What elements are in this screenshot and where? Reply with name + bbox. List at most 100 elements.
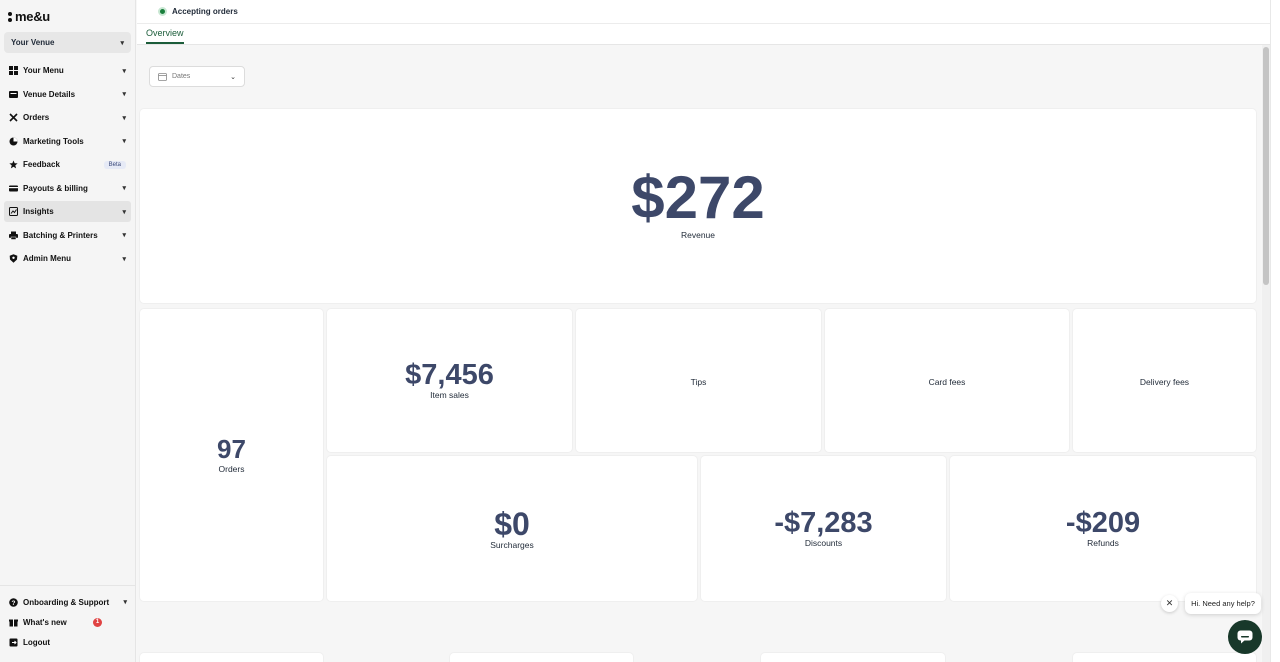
- sidebar-item-admin-menu[interactable]: Admin Menu ▾: [4, 248, 131, 269]
- sidebar-item-label: Batching & Printers: [23, 230, 98, 240]
- orders-label: Orders: [218, 464, 245, 474]
- revenue-value: $272: [631, 164, 765, 231]
- tips-label: Tips: [690, 376, 707, 387]
- revenue-card: $272 Revenue: [140, 109, 1256, 303]
- chevron-down-icon: ▾: [122, 114, 126, 122]
- sidebar-item-marketing-tools[interactable]: Marketing Tools ▾: [4, 131, 131, 152]
- chat-button[interactable]: [1228, 620, 1262, 654]
- delivery-fees-card: Delivery fees: [1073, 309, 1256, 452]
- sidebar-item-label: Logout: [23, 637, 51, 647]
- chevron-down-icon: ▾: [120, 39, 124, 47]
- star-icon: [9, 160, 18, 169]
- notification-badge: 1: [93, 617, 102, 627]
- dates-placeholder: Dates: [172, 73, 191, 80]
- chevron-down-icon: ▾: [122, 185, 126, 192]
- venue-label: Your Venue: [11, 38, 55, 47]
- discounts-card: -$7,283 Discounts: [701, 456, 946, 601]
- sidebar-item-insights[interactable]: Insights ▾: [4, 201, 131, 222]
- surcharges-value: $0: [494, 505, 530, 542]
- printer-icon: [9, 231, 18, 240]
- sidebar-item-label: Marketing Tools: [23, 136, 84, 146]
- sidebar-item-label: Your Menu: [23, 66, 64, 75]
- status-bar: Accepting orders: [137, 0, 1270, 24]
- sidebar-item-label: Onboarding & Support: [23, 597, 110, 607]
- sidebar-item-your-menu[interactable]: Your Menu ▾: [4, 60, 131, 81]
- chevron-down-icon: ▾: [122, 232, 126, 239]
- sidebar-item-whats-new[interactable]: What's new 1: [4, 613, 132, 631]
- chart-icon: [9, 207, 18, 216]
- chat-icon: [1237, 630, 1253, 644]
- sidebar-item-feedback[interactable]: Feedback Beta: [4, 154, 131, 175]
- scrollbar[interactable]: [1262, 45, 1270, 662]
- card-fees-label: Card fees: [928, 376, 966, 387]
- utensils-icon: [9, 113, 18, 122]
- next-row-card: [1073, 653, 1256, 662]
- card-fees-card: Card fees: [825, 309, 1069, 452]
- help-icon: ?: [9, 597, 18, 607]
- discounts-value: -$7,283: [774, 507, 873, 539]
- sidebar-item-onboarding-support[interactable]: ? Onboarding & Support ▾: [4, 593, 132, 611]
- refunds-value: -$209: [1065, 507, 1141, 539]
- chevron-down-icon: ▾: [122, 138, 126, 145]
- brand-logo[interactable]: me&u: [8, 9, 50, 24]
- logo-text: me&u: [15, 9, 50, 24]
- pie-chart-icon: [9, 137, 18, 146]
- insights-overview: Dates ⌄ $272 Revenue 97 Orders $7,456 It…: [137, 45, 1261, 662]
- store-icon: [9, 90, 18, 99]
- shield-icon: [9, 254, 18, 263]
- surcharges-label: Surcharges: [490, 539, 534, 550]
- sidebar: me&u Your Venue ▾ Your Menu ▾ Venue Deta…: [0, 0, 136, 662]
- item-sales-card: $7,456 Item sales: [327, 309, 572, 452]
- status-text: Accepting orders: [172, 7, 238, 16]
- next-row-card: [140, 653, 323, 662]
- gift-icon: [9, 618, 18, 627]
- chevron-down-icon: ▾: [123, 599, 127, 606]
- tab-overview[interactable]: Overview: [146, 28, 184, 44]
- logout-icon: [9, 638, 18, 647]
- discounts-label: Discounts: [804, 538, 843, 548]
- item-sales-label: Item sales: [430, 390, 469, 400]
- sidebar-item-label: Payouts & billing: [23, 183, 88, 193]
- svg-text:?: ?: [12, 599, 16, 606]
- chevron-down-icon: ⌄: [230, 73, 236, 81]
- orders-card: 97 Orders: [140, 309, 323, 601]
- sidebar-item-label: Admin Menu: [23, 254, 71, 263]
- sidebar-item-orders[interactable]: Orders ▾: [4, 107, 131, 128]
- dates-filter[interactable]: Dates ⌄: [149, 66, 245, 87]
- status-dot-icon: [158, 7, 167, 16]
- tab-bar: Overview: [137, 24, 1270, 45]
- sidebar-bottom-nav: ? Onboarding & Support ▾ What's new 1 Lo…: [0, 585, 136, 653]
- next-row-card: [450, 653, 633, 662]
- orders-value: 97: [217, 434, 246, 464]
- chevron-down-icon: ▾: [122, 208, 126, 216]
- sidebar-item-label: Insights: [23, 207, 54, 216]
- logo-dots-icon: [8, 11, 12, 22]
- close-icon[interactable]: ✕: [1161, 595, 1178, 612]
- sidebar-item-batching-printers[interactable]: Batching & Printers ▾: [4, 225, 131, 246]
- refunds-card: -$209 Refunds: [950, 456, 1256, 601]
- sidebar-item-label: Venue Details: [23, 89, 76, 99]
- chevron-down-icon: ▾: [122, 91, 126, 98]
- scrollbar-thumb[interactable]: [1263, 47, 1269, 285]
- grid-icon: [9, 66, 18, 75]
- sidebar-item-logout[interactable]: Logout: [4, 633, 132, 651]
- revenue-label: Revenue: [680, 230, 716, 240]
- sidebar-nav: Your Menu ▾ Venue Details ▾ Orders ▾ Mar…: [4, 60, 131, 272]
- sidebar-item-payouts-billing[interactable]: Payouts & billing ▾: [4, 178, 131, 199]
- window-edge: [1270, 0, 1280, 662]
- sidebar-item-label: Feedback: [23, 160, 60, 169]
- venue-selector[interactable]: Your Venue ▾: [4, 32, 131, 53]
- sidebar-item-label: What's new: [23, 617, 67, 627]
- beta-badge: Beta: [103, 160, 126, 169]
- item-sales-value: $7,456: [405, 359, 494, 391]
- chevron-down-icon: ▾: [122, 255, 126, 263]
- refunds-label: Refunds: [1087, 538, 1119, 548]
- sidebar-item-label: Orders: [23, 113, 50, 122]
- delivery-fees-label: Delivery fees: [1139, 376, 1190, 387]
- chevron-down-icon: ▾: [122, 67, 126, 75]
- sidebar-item-venue-details[interactable]: Venue Details ▾: [4, 84, 131, 105]
- tips-card: Tips: [576, 309, 821, 452]
- next-row-card: [761, 653, 945, 662]
- help-bubble[interactable]: Hi. Need any help?: [1185, 593, 1261, 614]
- surcharges-card: $0 Surcharges: [327, 456, 697, 601]
